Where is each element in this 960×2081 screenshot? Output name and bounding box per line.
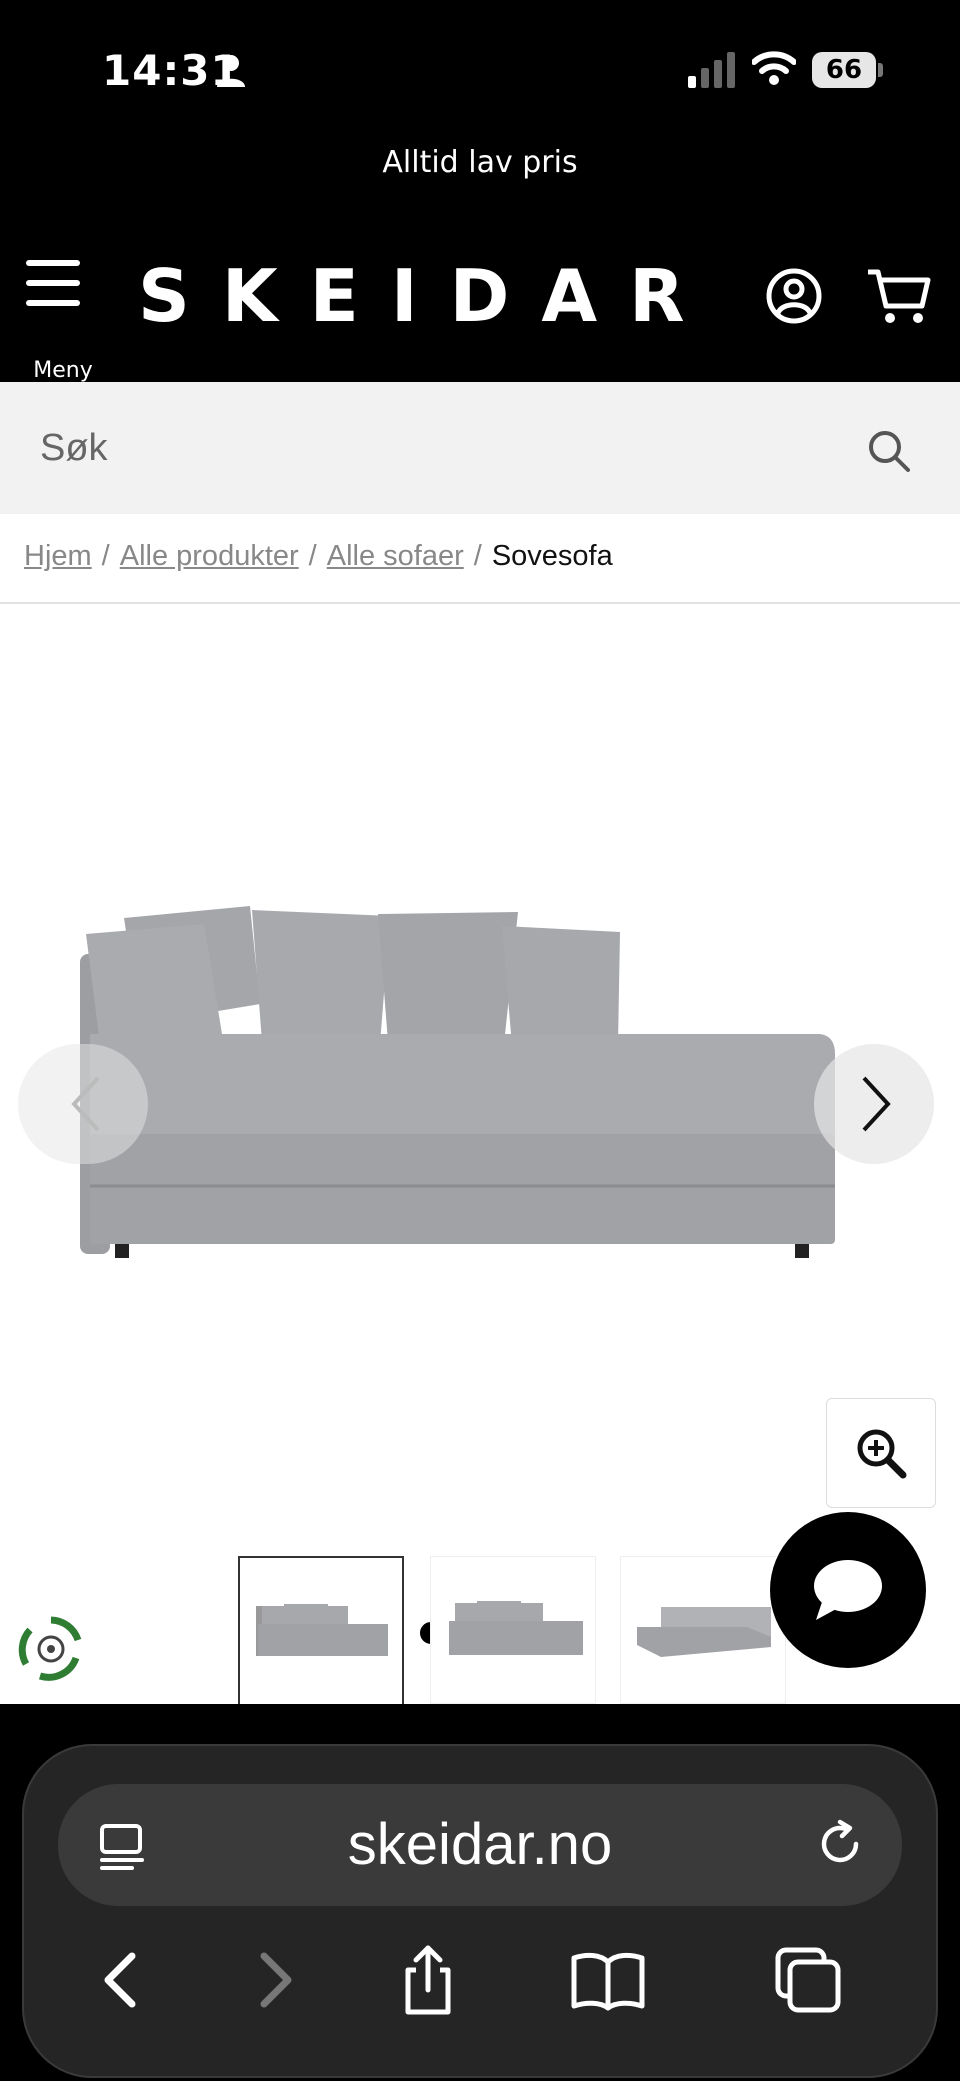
- page-menu-icon[interactable]: [98, 1822, 146, 1870]
- menu-button[interactable]: Meny: [26, 260, 100, 383]
- thumbnail-1[interactable]: [238, 1556, 404, 1704]
- breadcrumb-home[interactable]: Hjem: [24, 540, 92, 572]
- hamburger-icon: [26, 260, 80, 306]
- tabs-icon[interactable]: [768, 1940, 848, 2020]
- thumbnail-strip: [238, 1556, 798, 1704]
- status-bar: 14:31 66: [0, 0, 960, 140]
- sofa-thumbnail-image: [449, 1601, 583, 1655]
- sofa-thumbnail-image: [256, 1604, 388, 1656]
- chevron-left-icon: [71, 1076, 100, 1132]
- divider: [0, 602, 960, 604]
- account-icon[interactable]: [764, 266, 824, 326]
- menu-label: Meny: [33, 358, 93, 383]
- url-text: skeidar.no: [347, 1812, 613, 1877]
- wifi-icon: [752, 51, 796, 85]
- thumbnail-3[interactable]: [620, 1556, 786, 1704]
- share-icon[interactable]: [388, 1940, 468, 2020]
- previous-image-button[interactable]: [18, 1044, 148, 1164]
- browser-toolbar: skeidar.no: [0, 1704, 960, 2081]
- back-icon[interactable]: [80, 1940, 160, 2020]
- search-bar: [0, 382, 960, 514]
- chevron-right-icon: [862, 1076, 891, 1132]
- breadcrumb: Hjem / Alle produkter / Alle sofaer / Sovesofa: [24, 540, 613, 573]
- breadcrumb-all-sofas[interactable]: Alle sofaer: [327, 540, 464, 572]
- site-logo[interactable]: SKEIDAR: [138, 260, 717, 332]
- chat-bubble-icon: [814, 1560, 882, 1620]
- battery-tip: [878, 63, 883, 77]
- thumbnail-2[interactable]: [430, 1556, 596, 1704]
- search-input[interactable]: [40, 420, 840, 476]
- bookmarks-icon[interactable]: [568, 1940, 648, 2020]
- sofa-thumbnail-image: [637, 1607, 771, 1657]
- site-header: Meny SKEIDAR: [0, 230, 960, 383]
- search-icon[interactable]: [866, 428, 912, 474]
- reload-icon[interactable]: [814, 1818, 866, 1870]
- breadcrumb-current: Sovesofa: [491, 540, 613, 572]
- promo-banner: Alltid lav pris: [382, 145, 578, 180]
- cellular-signal-icon: [688, 52, 735, 88]
- person-icon: [217, 55, 245, 87]
- zoom-in-icon: [857, 1429, 907, 1479]
- forward-icon[interactable]: [236, 1940, 316, 2020]
- breadcrumb-separator: /: [473, 540, 482, 572]
- eco-recycle-icon[interactable]: [16, 1614, 86, 1684]
- next-image-button[interactable]: [814, 1044, 934, 1164]
- breadcrumb-separator: /: [101, 540, 110, 572]
- breadcrumb-separator: /: [308, 540, 317, 572]
- battery-icon: 66: [812, 52, 876, 88]
- product-image[interactable]: [60, 894, 890, 1314]
- chat-button[interactable]: [770, 1512, 926, 1668]
- zoom-button[interactable]: [826, 1398, 936, 1508]
- breadcrumb-all-products[interactable]: Alle produkter: [120, 540, 299, 572]
- cart-icon[interactable]: [866, 266, 934, 326]
- address-bar[interactable]: skeidar.no: [58, 1784, 902, 1906]
